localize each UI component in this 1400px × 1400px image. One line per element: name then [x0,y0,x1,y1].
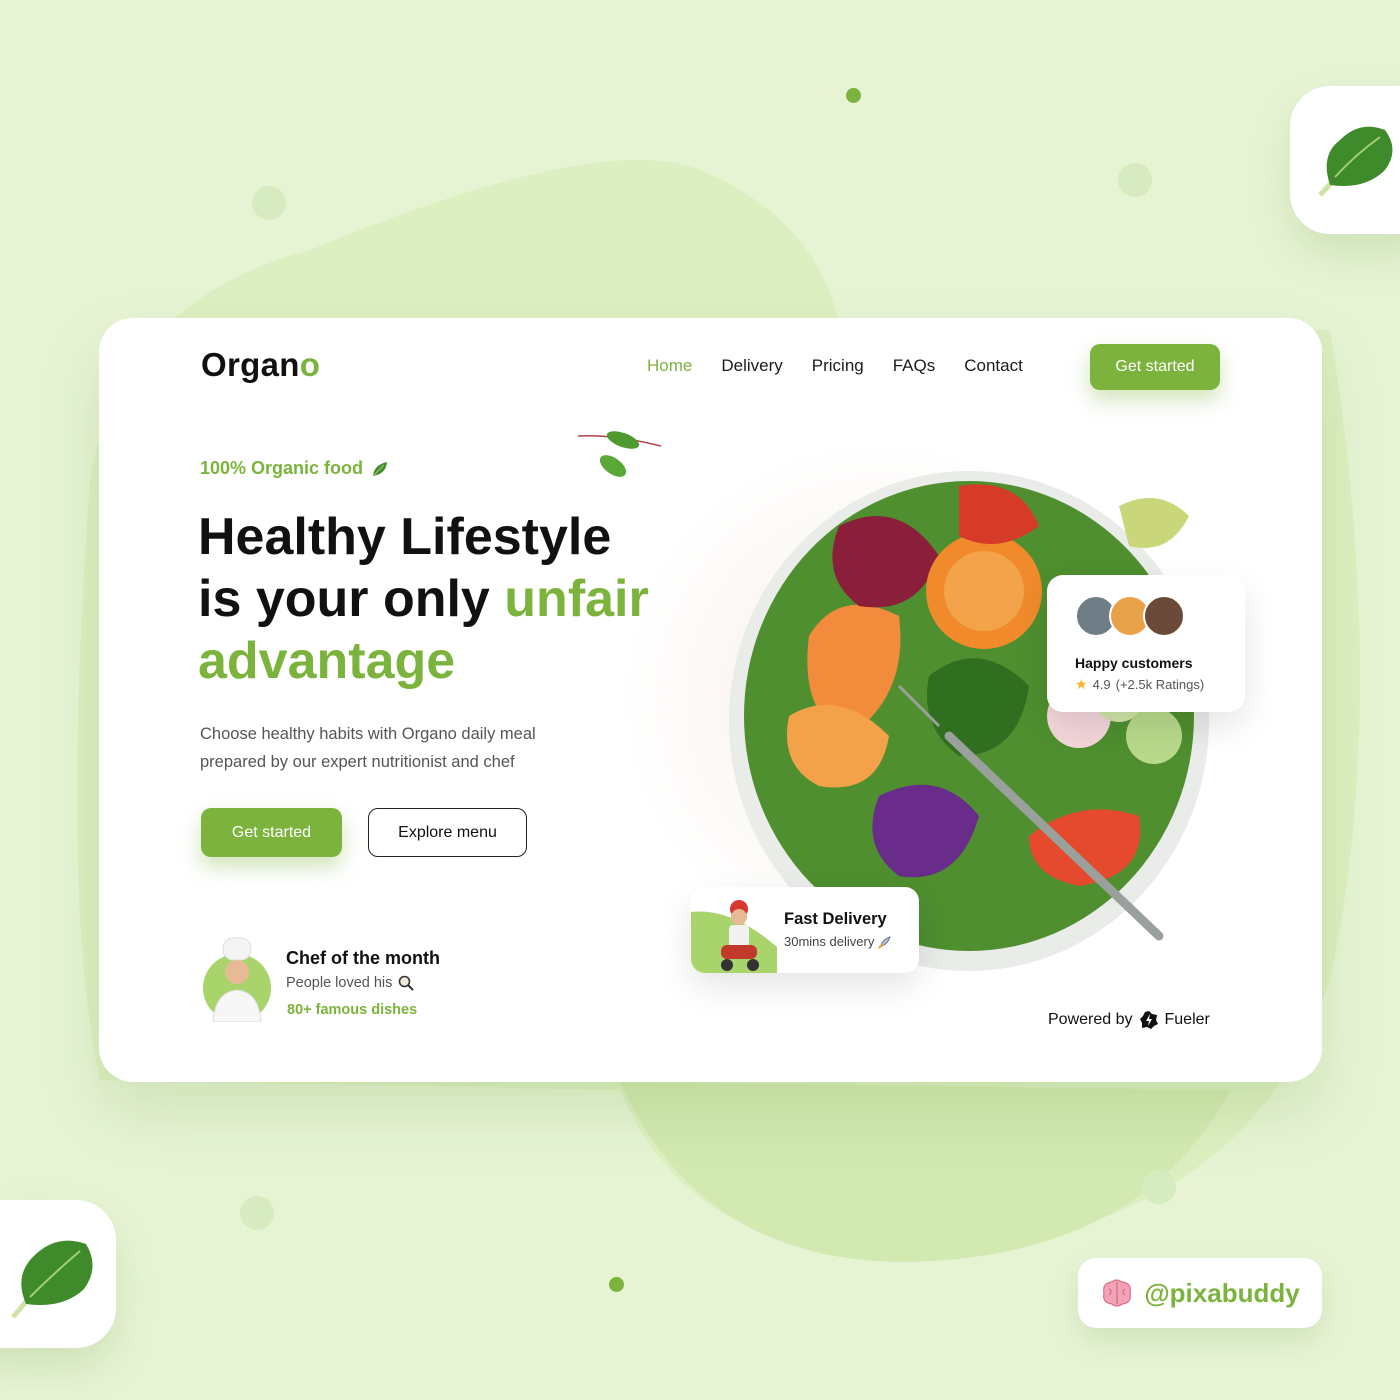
brain-icon [1103,1279,1132,1307]
ratings-count: (+2.5k Ratings) [1115,677,1205,692]
watermark-card: @pixabuddy [1078,1258,1322,1328]
happy-customers-rating: ★ 4.9 (+2.5k Ratings) [1075,676,1204,693]
decor-dot [846,88,861,103]
nav-delivery[interactable]: Delivery [721,356,782,376]
delivery-subtitle: 30mins delivery [784,934,892,949]
rating-value: 4.9 [1092,677,1111,692]
headline-accent-2: advantage [198,632,456,690]
chef-subtitle-text: People loved his [286,975,393,991]
lettuce-icon [1318,126,1393,197]
star-icon: ★ [1075,676,1088,692]
logo-accent: o [299,346,321,383]
fueler-logo-icon [1139,1011,1158,1029]
delivery-rider-image [691,900,777,973]
chef-avatar [203,937,271,1022]
lettuce-icon [11,1240,93,1319]
customer-avatars [1075,595,1185,637]
headline-accent-1: unfair [504,570,649,628]
delivery-subtitle-text: 30mins delivery [784,934,875,949]
main-nav: Home Delivery Pricing FAQs Contact [647,356,1052,376]
chef-subtitle: People loved his [286,975,415,991]
chef-dishes: 80+ famous dishes [287,1002,418,1018]
hero-headline: Healthy Lifestyle is your only unfair ad… [198,506,668,692]
decor-dot [1142,1170,1176,1204]
hero-get-started-button[interactable]: Get started [201,808,342,857]
nav-pricing[interactable]: Pricing [812,356,864,376]
decor-dot [609,1277,624,1292]
lettuce-tile-top [1290,86,1400,234]
hero-description: Choose healthy habits with Organo daily … [200,725,536,771]
lettuce-tile-bottom [0,1200,116,1348]
powered-by[interactable]: Powered by Fueler [1048,1010,1210,1030]
happy-customers-card: Happy customers ★ 4.9 (+2.5k Ratings) [1047,575,1245,712]
nav-contact[interactable]: Contact [964,356,1023,376]
fast-delivery-card: Fast Delivery 30mins delivery [691,887,919,973]
happy-customers-title: Happy customers [1075,655,1193,671]
headline-line-2: is your only [198,570,505,628]
logo[interactable]: Organo [201,346,320,384]
delivery-title: Fast Delivery [784,910,887,928]
nav-faqs[interactable]: FAQs [893,356,936,376]
tagline-text: 100% Organic food [200,458,364,478]
powered-by-label: Powered by [1048,1011,1133,1028]
rocket-icon [878,935,892,949]
floating-leaves [577,431,662,477]
search-icon [399,975,415,991]
nav-get-started-button[interactable]: Get started [1090,344,1220,390]
decor-dot [252,186,286,220]
chef-title: Chef of the month [286,948,440,968]
decor-dot [240,1196,274,1230]
nav-home[interactable]: Home [647,356,692,376]
powered-by-brand: Fueler [1164,1011,1210,1028]
customer-avatar [1143,595,1185,637]
tagline: 100% Organic food [200,458,389,479]
headline-line-1: Healthy Lifestyle [198,508,612,566]
explore-menu-button[interactable]: Explore menu [368,808,527,857]
leaf-icon [373,461,388,476]
watermark-handle: @pixabuddy [1144,1277,1300,1308]
decor-dot [1118,163,1152,197]
logo-main: Organ [201,346,300,383]
landing-card: Organo Home Delivery Pricing FAQs Contac… [99,318,1322,1082]
